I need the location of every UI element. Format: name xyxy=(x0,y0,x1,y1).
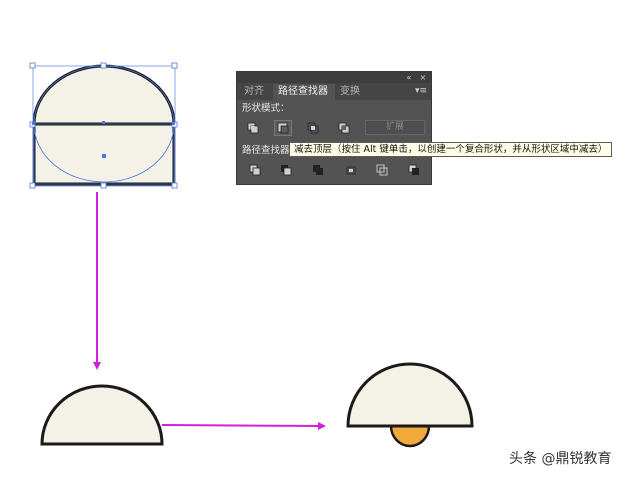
exclude-button[interactable] xyxy=(335,120,353,136)
expand-button[interactable]: 扩展 xyxy=(365,120,425,135)
lamp-bulb-shape[interactable] xyxy=(389,424,431,448)
panel-titlebar[interactable]: « × xyxy=(237,72,431,83)
panel-menu-icon[interactable]: ▾≡ xyxy=(415,85,427,97)
arrow-right xyxy=(161,421,326,430)
divide-icon xyxy=(249,164,261,176)
trim-icon xyxy=(281,165,292,176)
exclude-icon xyxy=(338,122,350,134)
panel-tab-row: 对齐 路径查找器 变换 ▾≡ xyxy=(237,83,431,100)
minus-front-icon xyxy=(277,122,289,134)
collapse-panel-icon[interactable]: « xyxy=(403,72,415,83)
merge-icon xyxy=(313,165,323,175)
tab-align[interactable]: 对齐 xyxy=(239,84,273,100)
source-shapes-group[interactable] xyxy=(29,62,178,189)
tab-pathfinder[interactable]: 路径查找器 xyxy=(273,84,335,100)
unite-button[interactable] xyxy=(244,120,262,136)
top-semicircle-shape[interactable] xyxy=(32,64,176,126)
trim-button[interactable] xyxy=(277,162,295,178)
minus-front-tooltip: 减去顶层（按住 Alt 键单击，以创建一个复合形状，并从形状区域中减去） xyxy=(289,142,613,157)
result-semicircle-shape[interactable] xyxy=(40,384,164,446)
divide-button[interactable] xyxy=(246,162,264,178)
crop-icon xyxy=(346,166,356,175)
close-panel-icon[interactable]: × xyxy=(417,72,429,83)
shape-modes-label: 形状模式： xyxy=(242,103,290,114)
crop-button[interactable] xyxy=(342,162,360,178)
lamp-shade-shape[interactable] xyxy=(346,362,474,428)
minus-front-button[interactable] xyxy=(274,120,292,136)
outline-icon xyxy=(376,164,388,176)
lamp-shape-group[interactable] xyxy=(346,362,474,448)
intersect-button[interactable] xyxy=(304,120,322,136)
unite-icon xyxy=(247,122,259,134)
minus-back-icon xyxy=(408,164,419,175)
tab-transform[interactable]: 变换 xyxy=(335,84,369,100)
pathfinder-panel: « × 对齐 路径查找器 变换 ▾≡ 形状模式： 扩展 路径查找器： xyxy=(236,71,432,185)
merge-button[interactable] xyxy=(309,162,327,178)
watermark-text: 头条 @鼎锐教育 xyxy=(509,451,612,467)
minus-back-button[interactable] xyxy=(405,162,423,178)
outline-button[interactable] xyxy=(373,162,391,178)
intersect-icon xyxy=(307,122,319,134)
